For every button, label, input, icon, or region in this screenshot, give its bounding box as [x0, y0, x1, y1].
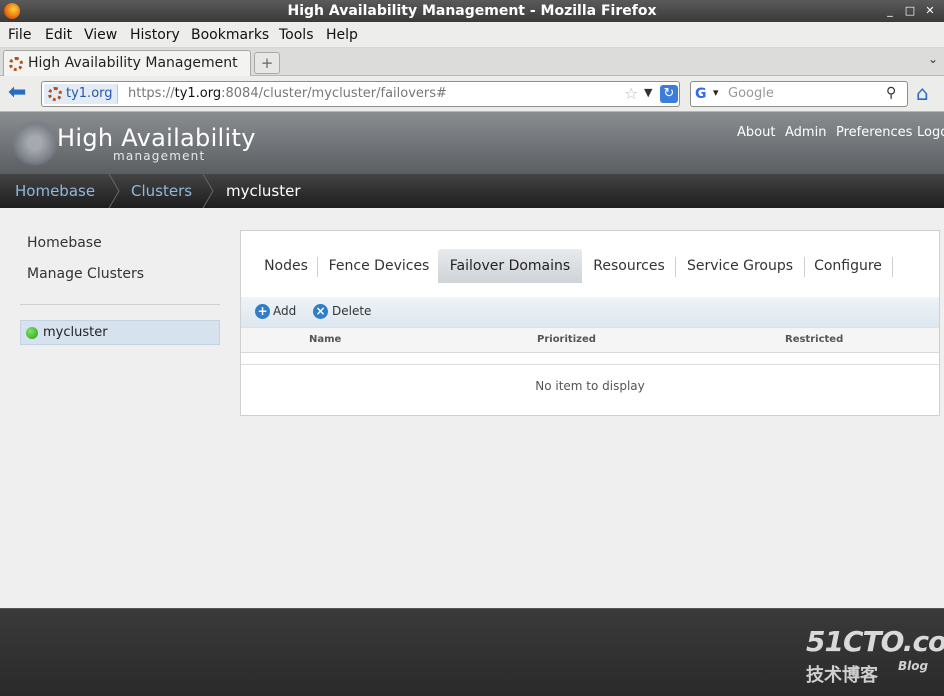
breadcrumb-homebase[interactable]: Homebase: [15, 182, 95, 200]
browser-tab[interactable]: High Availability Management: [3, 50, 251, 76]
sidebar-divider: [20, 304, 220, 305]
domain-toolbar: + Add × Delete: [241, 297, 939, 327]
cluster-name: mycluster: [43, 325, 108, 340]
site-favicon-icon: [48, 87, 62, 101]
logo-title: High Availability: [57, 124, 256, 152]
minimize-button[interactable]: _: [882, 3, 898, 19]
url-text[interactable]: https://ty1.org:8084/cluster/mycluster/f…: [128, 86, 447, 101]
home-icon[interactable]: ⌂: [916, 82, 938, 104]
main-content: Homebase Manage Clusters mycluster Nodes…: [0, 208, 944, 608]
menu-help[interactable]: Help: [326, 27, 358, 43]
tab-resources[interactable]: Resources: [588, 249, 670, 283]
tab-fence-devices[interactable]: Fence Devices: [323, 249, 435, 283]
table-header: Name Prioritized Restricted: [241, 327, 939, 353]
breadcrumb-current: mycluster: [226, 182, 301, 200]
breadcrumb-separator-icon: [108, 174, 120, 208]
close-button[interactable]: ✕: [922, 3, 938, 19]
ha-favicon-icon: [9, 57, 23, 71]
search-placeholder[interactable]: Google: [728, 86, 774, 101]
url-host: ty1.org: [174, 86, 222, 101]
tab-divider: [317, 257, 318, 277]
app-header: High Availability management About Admin…: [0, 112, 944, 174]
site-identity-button[interactable]: ty1.org: [44, 84, 118, 104]
delete-button[interactable]: Delete: [332, 304, 371, 318]
menu-view[interactable]: View: [84, 27, 117, 43]
status-ok-icon: [26, 327, 38, 339]
page-footer: 51CTO.com 技术博客 Blog: [0, 608, 944, 696]
sidebar-item-mycluster[interactable]: mycluster: [20, 320, 220, 345]
watermark-subtitle: 技术博客: [806, 665, 878, 686]
site-identity-label: ty1.org: [66, 86, 113, 101]
cluster-tabs: Nodes Fence Devices Failover Domains Res…: [241, 247, 941, 283]
logo-subtitle: management: [113, 149, 206, 163]
add-icon[interactable]: +: [255, 304, 270, 319]
url-bar[interactable]: ty1.org https://ty1.org:8084/cluster/myc…: [41, 81, 680, 107]
new-tab-button[interactable]: +: [254, 52, 280, 74]
menu-edit[interactable]: Edit: [45, 27, 72, 43]
tab-nodes[interactable]: Nodes: [259, 249, 313, 283]
tab-divider: [804, 257, 805, 277]
cluster-panel: Nodes Fence Devices Failover Domains Res…: [240, 230, 940, 416]
navigation-bar: ⬅ ty1.org https://ty1.org:8084/cluster/m…: [0, 76, 944, 112]
browser-tab-label: High Availability Management: [28, 55, 238, 71]
empty-message: No item to display: [535, 379, 645, 393]
add-button[interactable]: Add: [273, 304, 296, 318]
tab-list-icon[interactable]: ⌄: [928, 52, 938, 66]
delete-icon[interactable]: ×: [313, 304, 328, 319]
url-scheme: https://: [128, 86, 175, 101]
search-engine-dropdown-icon[interactable]: ▾: [713, 86, 719, 99]
breadcrumb-separator-icon: [202, 174, 214, 208]
binoculars-icon[interactable]: ⚲: [886, 85, 896, 101]
menu-file[interactable]: File: [8, 27, 31, 43]
window-title-bar: High Availability Management - Mozilla F…: [0, 0, 944, 22]
url-dropdown-icon[interactable]: ▼: [644, 86, 652, 99]
tab-failover-domains[interactable]: Failover Domains: [438, 249, 582, 283]
preferences-link[interactable]: Preferences: [836, 125, 912, 140]
admin-link[interactable]: Admin: [785, 125, 826, 140]
google-icon[interactable]: G: [695, 86, 711, 102]
menu-history[interactable]: History: [130, 27, 180, 43]
logout-link[interactable]: Logout: [917, 125, 944, 140]
column-prioritized[interactable]: Prioritized: [537, 334, 596, 345]
sidebar-item-homebase[interactable]: Homebase: [27, 235, 102, 251]
table-divider: [241, 364, 939, 365]
maximize-button[interactable]: □: [902, 3, 918, 19]
menu-bar: File Edit View History Bookmarks Tools H…: [0, 22, 944, 48]
tab-service-groups[interactable]: Service Groups: [681, 249, 799, 283]
breadcrumb: Homebase Clusters mycluster: [0, 174, 944, 208]
breadcrumb-clusters[interactable]: Clusters: [131, 182, 192, 200]
window-title: High Availability Management - Mozilla F…: [287, 3, 657, 19]
menu-tools[interactable]: Tools: [279, 27, 314, 43]
search-bar[interactable]: G ▾ Google ⚲: [690, 81, 908, 107]
watermark-blog: Blog: [898, 659, 929, 673]
back-arrow-icon[interactable]: ⬅: [8, 82, 32, 106]
tab-configure[interactable]: Configure: [809, 249, 887, 283]
tab-strip: High Availability Management + ⌄: [0, 48, 944, 76]
tab-divider: [675, 257, 676, 277]
sidebar-item-manage-clusters[interactable]: Manage Clusters: [27, 266, 144, 282]
column-name[interactable]: Name: [309, 334, 341, 345]
column-restricted[interactable]: Restricted: [785, 334, 843, 345]
about-link[interactable]: About: [737, 125, 775, 140]
logo-mark-icon: [12, 120, 58, 166]
watermark-logo: 51CTO.com: [806, 625, 944, 658]
bookmark-star-icon[interactable]: ☆: [624, 84, 638, 103]
menu-bookmarks[interactable]: Bookmarks: [191, 27, 269, 43]
tab-divider: [892, 257, 893, 277]
reload-icon[interactable]: ↻: [660, 85, 678, 103]
url-path: :8084/cluster/mycluster/failovers#: [221, 86, 447, 101]
